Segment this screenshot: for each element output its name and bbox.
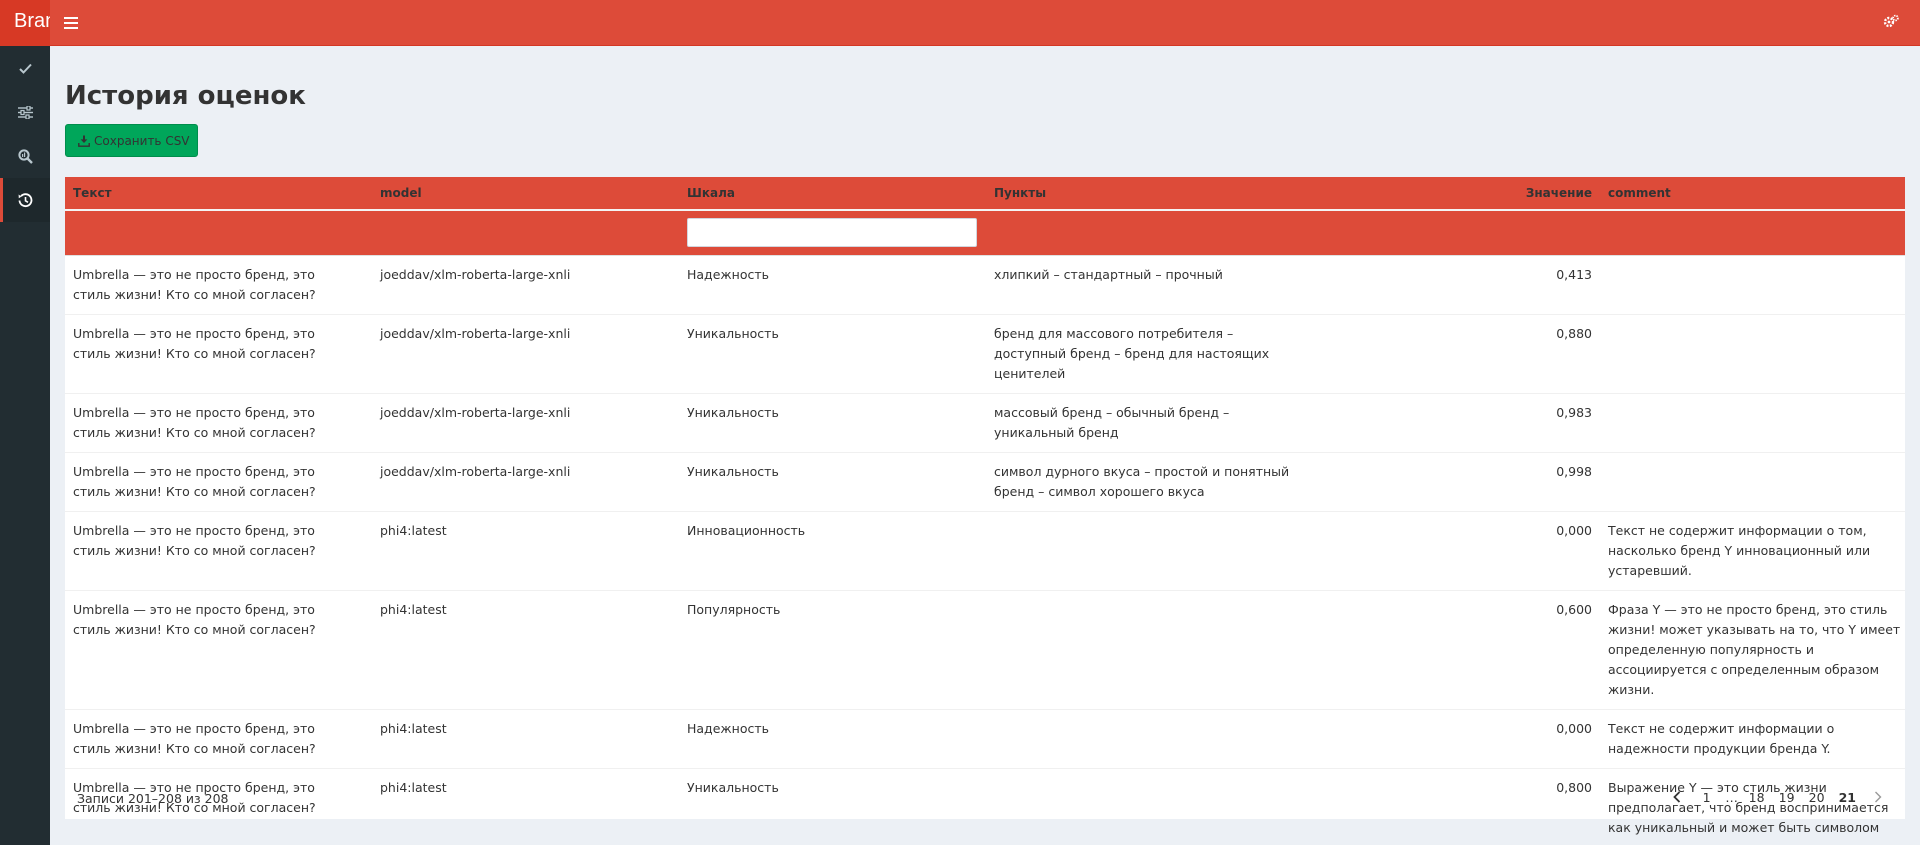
page-title: История оценок — [65, 81, 306, 111]
cell-scale: Популярность — [679, 590, 986, 710]
ratings-table: Текст model Шкала Пункты Значение commen… — [65, 177, 1905, 845]
gears-icon — [1883, 14, 1899, 28]
filter-cell — [65, 210, 372, 256]
cell-model: joeddav/xlm-roberta-large-xnli — [372, 255, 679, 315]
sidebar-item-analysis[interactable] — [0, 134, 50, 178]
chevron-right-icon — [1875, 791, 1882, 803]
cell-points: хлипкий – стандартный – прочный — [994, 266, 1223, 282]
filter-cell — [372, 210, 679, 256]
column-header-model[interactable]: model — [372, 177, 679, 211]
table-row[interactable]: Umbrella — это не просто бренд, это стил… — [65, 590, 1905, 710]
sidebar-toggle-button[interactable] — [56, 0, 86, 46]
page-button-20[interactable]: 20 — [1802, 782, 1832, 812]
sidebar-item-history[interactable] — [0, 178, 50, 222]
next-page-button[interactable] — [1863, 782, 1893, 812]
sliders-icon — [17, 105, 33, 119]
sidebar-item-settings[interactable] — [0, 90, 50, 134]
page-button-21-current[interactable]: 21 — [1832, 782, 1863, 812]
cell-value: 0,600 — [1293, 590, 1600, 710]
page-button-18[interactable]: 18 — [1742, 782, 1772, 812]
cell-value: 0,000 — [1293, 511, 1600, 591]
filter-cell — [679, 210, 986, 256]
sidebar — [0, 46, 50, 845]
download-icon — [78, 135, 90, 147]
cell-text: Umbrella — это не просто бренд, это стил… — [73, 325, 316, 361]
table-row[interactable]: Umbrella — это не просто бренд, это стил… — [65, 452, 1905, 512]
cell-text: Umbrella — это не просто бренд, это стил… — [73, 601, 316, 637]
cell-scale: Инновационность — [679, 511, 986, 591]
filter-cell — [1293, 210, 1600, 256]
column-header-comment[interactable]: comment — [1600, 177, 1905, 211]
cell-model: joeddav/xlm-roberta-large-xnli — [372, 393, 679, 453]
cell-text: Umbrella — это не просто бренд, это стил… — [73, 266, 316, 302]
cell-text: Umbrella — это не просто бренд, это стил… — [73, 522, 316, 558]
cell-comment: Фраза Y — это не просто бренд, это стиль… — [1608, 601, 1901, 697]
filter-cell — [1600, 210, 1905, 256]
table-row[interactable]: Umbrella — это не просто бренд, это стил… — [65, 255, 1905, 315]
save-csv-label: Сохранить CSV — [94, 133, 190, 148]
cell-value: 0,000 — [1293, 709, 1600, 769]
cell-model: phi4:latest — [372, 511, 679, 591]
settings-button[interactable] — [1876, 0, 1906, 42]
table-filter-row — [65, 210, 1905, 256]
page-ellipsis: … — [1725, 789, 1738, 805]
cell-points: массовый бренд – обычный бренд – уникаль… — [994, 404, 1230, 440]
cell-model: phi4:latest — [372, 709, 679, 769]
table-info: Записи 201–208 из 208 — [77, 791, 229, 806]
page-button-1[interactable]: 1 — [1692, 782, 1722, 812]
ratings-table-box: Текст model Шкала Пункты Значение commen… — [65, 177, 1905, 845]
cell-points: бренд для массового потребителя – доступ… — [994, 325, 1270, 381]
column-header-text[interactable]: Текст — [65, 177, 372, 211]
history-icon — [18, 192, 32, 207]
cell-text: Umbrella — это не просто бренд, это стил… — [73, 463, 316, 499]
table-row[interactable]: Umbrella — это не просто бренд, это стил… — [65, 511, 1905, 591]
column-header-points[interactable]: Пункты — [986, 177, 1293, 211]
cell-value: 0,800 — [1293, 768, 1600, 845]
cell-scale: Надежность — [679, 709, 986, 769]
cell-model: phi4:latest — [372, 768, 679, 845]
cell-scale: Уникальность — [679, 452, 986, 512]
column-header-value[interactable]: Значение — [1293, 177, 1600, 211]
cell-points: символ дурного вкуса – простой и понятны… — [994, 463, 1290, 499]
scale-filter-input[interactable] — [687, 218, 977, 248]
table-row[interactable]: Umbrella — это не просто бренд, это стил… — [65, 709, 1905, 769]
brand-text: Brand — [14, 10, 50, 32]
brand-logo[interactable]: Brand — [0, 0, 50, 46]
cell-text: Umbrella — это не просто бренд, это стил… — [73, 720, 316, 756]
table-row[interactable]: Umbrella — это не просто бренд, это стил… — [65, 768, 1905, 845]
page-button-19[interactable]: 19 — [1772, 782, 1802, 812]
table-row[interactable]: Umbrella — это не просто бренд, это стил… — [65, 314, 1905, 394]
cell-scale: Уникальность — [679, 768, 986, 845]
table-row[interactable]: Umbrella — это не просто бренд, это стил… — [65, 393, 1905, 453]
hamburger-icon — [64, 17, 78, 29]
table-header-row: Текст model Шкала Пункты Значение commen… — [65, 177, 1905, 211]
search-chart-icon — [17, 148, 33, 164]
cell-comment: Текст не содержит информации о том, наск… — [1608, 522, 1871, 578]
cell-model: phi4:latest — [372, 590, 679, 710]
cell-scale: Надежность — [679, 255, 986, 315]
chevron-left-icon — [1672, 791, 1680, 803]
check-icon — [18, 63, 32, 74]
cell-text: Umbrella — это не просто бренд, это стил… — [73, 404, 316, 440]
previous-page-button[interactable] — [1662, 782, 1692, 812]
cell-value: 0,413 — [1293, 255, 1600, 315]
cell-model: joeddav/xlm-roberta-large-xnli — [372, 314, 679, 394]
cell-value: 0,880 — [1293, 314, 1600, 394]
cell-scale: Уникальность — [679, 393, 986, 453]
cell-value: 0,983 — [1293, 393, 1600, 453]
cell-value: 0,998 — [1293, 452, 1600, 512]
cell-scale: Уникальность — [679, 314, 986, 394]
column-header-scale[interactable]: Шкала — [679, 177, 986, 211]
sidebar-item-check[interactable] — [0, 46, 50, 90]
top-navbar: Brand — [0, 0, 1920, 46]
pagination: 1 … 18 19 20 21 — [1662, 780, 1893, 814]
cell-model: joeddav/xlm-roberta-large-xnli — [372, 452, 679, 512]
save-csv-button[interactable]: Сохранить CSV — [65, 124, 198, 157]
filter-cell — [986, 210, 1293, 256]
cell-comment: Текст не содержит информации о надежност… — [1608, 720, 1835, 756]
